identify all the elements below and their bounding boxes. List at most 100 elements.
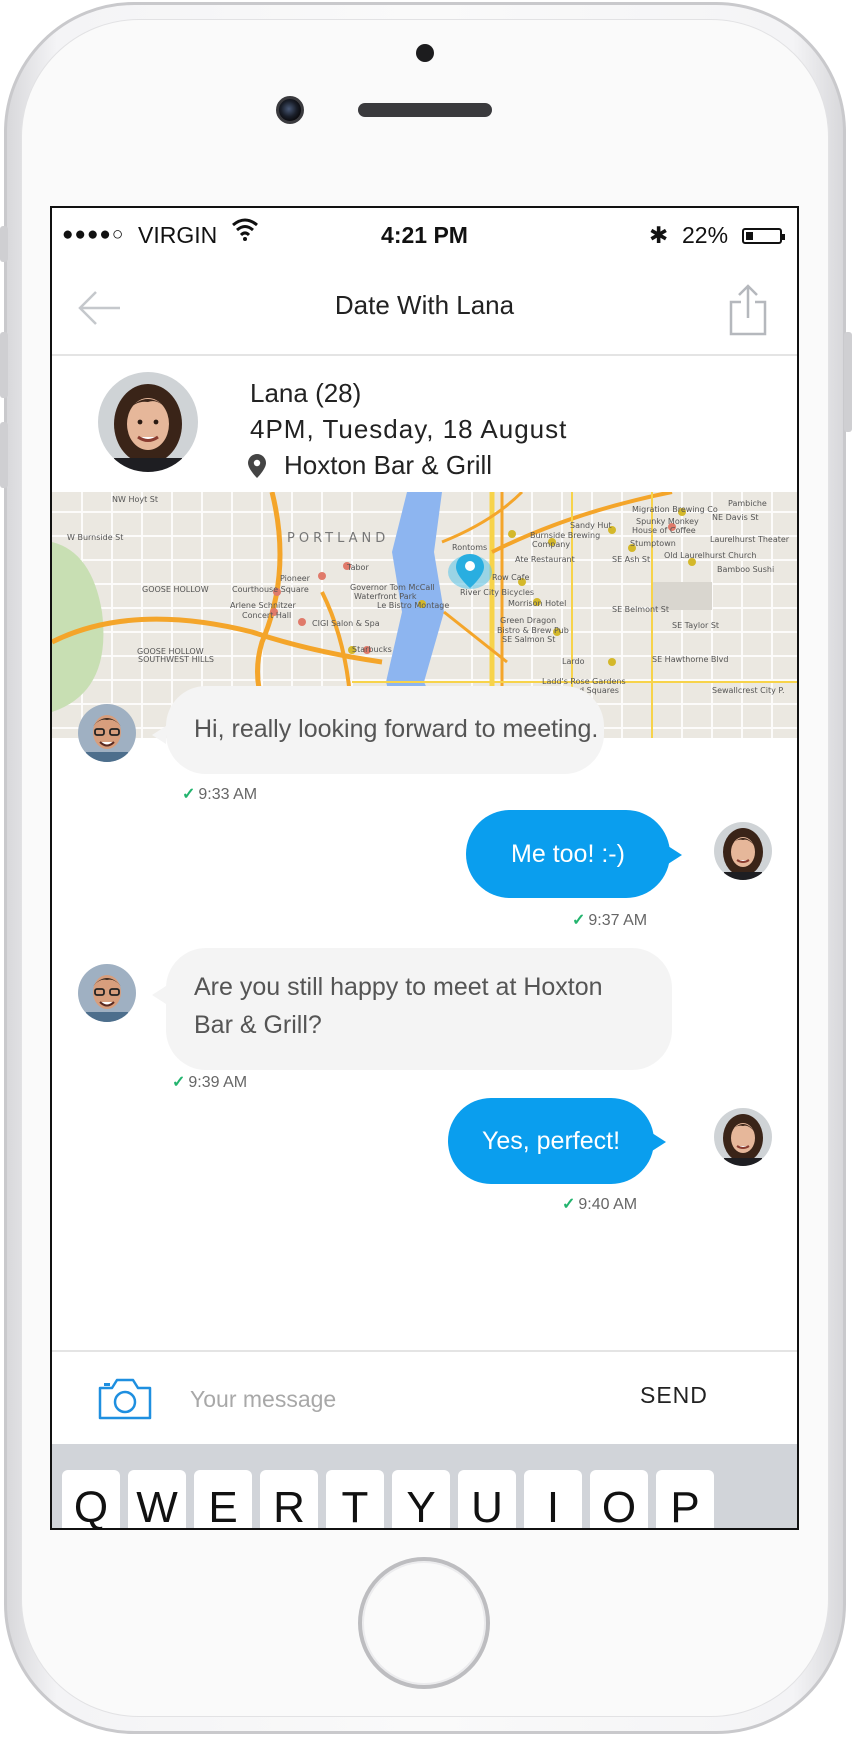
app-screen: ●●●●○ VIRGIN 4:21 PM ✱ 22% Date With Lan… <box>50 206 799 1530</box>
svg-text:Row Cafe: Row Cafe <box>492 573 529 582</box>
svg-text:Governor Tom McCall: Governor Tom McCall <box>350 583 435 592</box>
keyboard: Q W E R T Y U I O P <box>52 1444 797 1528</box>
key-o[interactable]: O <box>590 1470 648 1528</box>
share-icon[interactable] <box>728 284 768 336</box>
message-bubble-outgoing[interactable]: Yes, perfect! <box>448 1098 654 1184</box>
battery-percent: 22% <box>682 222 729 248</box>
message-bubble-outgoing[interactable]: Me too! :-) <box>466 810 670 898</box>
key-q[interactable]: Q <box>62 1470 120 1528</box>
key-y[interactable]: Y <box>392 1470 450 1528</box>
home-button[interactable] <box>358 1557 490 1689</box>
bubble-tail <box>668 846 682 864</box>
date-time: 4PM, Tuesday, 18 August <box>250 414 568 444</box>
power-button <box>844 332 852 432</box>
svg-text:PORTLAND: PORTLAND <box>287 531 389 546</box>
svg-text:CIGI Salon & Spa: CIGI Salon & Spa <box>312 619 380 628</box>
check-icon: ✓ <box>172 1074 186 1091</box>
volume-up-button <box>0 332 8 398</box>
message-timestamp: ✓ 9:37 AM <box>572 912 648 929</box>
message-text: Yes, perfect! <box>481 1127 621 1155</box>
svg-text:Sewallcrest City P.: Sewallcrest City P. <box>712 686 785 695</box>
key-t[interactable]: T <box>326 1470 384 1528</box>
sender-avatar[interactable] <box>78 964 136 1022</box>
bubble-tail <box>152 726 166 744</box>
svg-text:Company: Company <box>532 540 570 549</box>
svg-text:SE Ash St: SE Ash St <box>612 555 650 564</box>
message-bubble-incoming[interactable]: Hi, really looking forward to meeting. <box>166 686 604 774</box>
svg-text:Spunky Monkey: Spunky Monkey <box>636 517 699 526</box>
mute-switch <box>0 226 8 262</box>
svg-text:NE Davis St: NE Davis St <box>712 513 759 522</box>
svg-text:NW Hoyt St: NW Hoyt St <box>112 495 158 504</box>
message-timestamp: ✓ 9:40 AM <box>562 1196 638 1213</box>
svg-text:Le Bistro Montage: Le Bistro Montage <box>377 601 449 610</box>
check-icon: ✓ <box>572 912 586 929</box>
svg-text:SE Salmon St: SE Salmon St <box>502 635 555 644</box>
svg-text:Arlene Schnitzer: Arlene Schnitzer <box>230 601 297 610</box>
battery-fill <box>746 232 753 240</box>
svg-text:Pioneer: Pioneer <box>280 574 311 583</box>
my-avatar[interactable] <box>714 822 772 880</box>
camera-icon[interactable] <box>96 1376 154 1422</box>
earpiece-speaker <box>358 103 492 117</box>
key-e[interactable]: E <box>194 1470 252 1528</box>
my-avatar[interactable] <box>714 1108 772 1166</box>
check-icon: ✓ <box>562 1196 576 1213</box>
svg-text:SE Taylor St: SE Taylor St <box>672 621 719 630</box>
key-w[interactable]: W <box>128 1470 186 1528</box>
svg-text:House of Coffee: House of Coffee <box>632 526 696 535</box>
navigation-bar: Date With Lana <box>52 260 797 356</box>
sender-avatar[interactable] <box>78 704 136 762</box>
venue-name: Hoxton Bar & Grill <box>284 450 493 480</box>
svg-text:SOUTHWEST HILLS: SOUTHWEST HILLS <box>138 655 214 664</box>
battery-icon <box>742 228 785 244</box>
key-i[interactable]: I <box>524 1470 582 1528</box>
avatar-lana-large[interactable] <box>98 372 198 472</box>
date-details: Lana (28) 4PM, Tuesday, 18 August Hoxton… <box>52 356 797 490</box>
svg-text:Laurelhurst Theater: Laurelhurst Theater <box>710 535 790 544</box>
svg-text:Bistro & Brew Pub: Bistro & Brew Pub <box>497 626 569 635</box>
check-icon: ✓ <box>182 786 196 803</box>
message-timestamp: ✓ 9:33 AM <box>182 786 258 803</box>
message-bubble-incoming[interactable]: Are you still happy to meet at Hoxton Ba… <box>166 948 672 1070</box>
svg-text:SE Belmont St: SE Belmont St <box>612 605 669 614</box>
message-text: Hi, really looking forward to meeting. <box>194 715 599 743</box>
svg-text:Ate Restaurant: Ate Restaurant <box>515 555 575 564</box>
page-title: Date With Lana <box>334 290 515 320</box>
bubble-tail <box>652 1133 666 1151</box>
svg-text:Green Dragon: Green Dragon <box>500 616 556 625</box>
svg-text:Starbucks: Starbucks <box>352 645 392 654</box>
message-composer: SEND <box>52 1350 797 1446</box>
svg-text:Lardo: Lardo <box>562 657 585 666</box>
bluetooth-icon: ✱ <box>649 222 669 248</box>
svg-text:Morrison Hotel: Morrison Hotel <box>508 599 566 608</box>
message-text: Me too! :-) <box>511 840 625 868</box>
svg-text:GOOSE HOLLOW: GOOSE HOLLOW <box>142 585 209 594</box>
svg-text:Tabor: Tabor <box>346 563 369 572</box>
message-timestamp: ✓ 9:39 AM <box>172 1074 248 1091</box>
key-p[interactable]: P <box>656 1470 714 1528</box>
svg-text:Rontoms: Rontoms <box>452 543 487 552</box>
svg-text:River City Bicycles: River City Bicycles <box>460 588 534 597</box>
svg-text:Courthouse Square: Courthouse Square <box>232 585 309 594</box>
front-camera <box>276 96 304 124</box>
svg-text:Ladd's Rose Gardens: Ladd's Rose Gardens <box>542 677 626 686</box>
status-bar: ●●●●○ VIRGIN 4:21 PM ✱ 22% <box>52 208 797 260</box>
svg-text:Pambiche: Pambiche <box>728 499 767 508</box>
svg-text:Burnside Brewing: Burnside Brewing <box>530 531 600 540</box>
svg-text:Migration Brewing Co: Migration Brewing Co <box>632 505 718 514</box>
message-input[interactable] <box>188 1374 612 1424</box>
key-r[interactable]: R <box>260 1470 318 1528</box>
svg-text:SE Hawthorne Blvd: SE Hawthorne Blvd <box>652 655 728 664</box>
key-u[interactable]: U <box>458 1470 516 1528</box>
location-pin-icon <box>248 454 266 478</box>
message-text: Are you still happy to meet at Hoxton Ba… <box>194 973 603 1039</box>
svg-text:Old Laurelhurst Church: Old Laurelhurst Church <box>664 551 756 560</box>
svg-text:Bamboo Sushi: Bamboo Sushi <box>717 565 774 574</box>
volume-down-button <box>0 422 8 488</box>
send-button[interactable]: SEND <box>640 1382 708 1409</box>
svg-text:W Burnside St: W Burnside St <box>67 533 123 542</box>
svg-text:Stumptown: Stumptown <box>630 539 676 548</box>
svg-text:Waterfront Park: Waterfront Park <box>354 592 417 601</box>
svg-text:Concert Hall: Concert Hall <box>242 611 291 620</box>
